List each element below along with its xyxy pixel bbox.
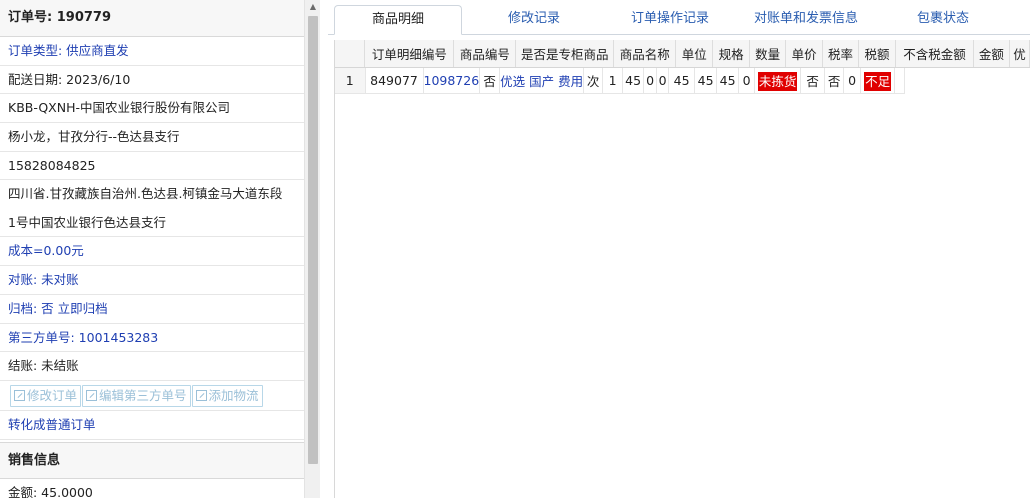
add-logistics-button[interactable]: 添加物流: [191, 384, 263, 407]
col-header-tax-amount[interactable]: 税额: [858, 40, 896, 68]
edit-third-party-label: 编辑第三方单号: [99, 387, 187, 403]
detail-panel: 商品明细 修改记录 订单操作记录 对账单和发票信息 包裹状态 订单明细编号 商品…: [328, 0, 1030, 498]
cell-product-name-link[interactable]: 优选 国产 费用: [499, 67, 585, 94]
col-header-unit[interactable]: 单位: [675, 40, 714, 68]
tab-statement-invoice[interactable]: 对账单和发票信息: [740, 5, 872, 35]
cell-value-5: 45: [668, 67, 696, 94]
customer-phone: 15828084825: [0, 152, 304, 181]
tab-order-operation-log[interactable]: 订单操作记录: [608, 5, 732, 35]
col-header-product-name[interactable]: 商品名称: [613, 40, 677, 68]
edit-icon: [14, 389, 25, 401]
edit-icon: [195, 389, 207, 401]
customer-contact: 杨小龙，甘孜分行--色达县支行: [0, 123, 304, 152]
reconcile-status: 对账: 未对账: [0, 266, 304, 295]
cell-detail-id: 849077: [365, 67, 424, 94]
col-header-pretax-amount[interactable]: 不含税金额: [895, 40, 974, 68]
tab-change-log[interactable]: 修改记录: [478, 5, 590, 35]
product-table: 订单明细编号 商品编号 是否是专柜商品 商品名称 单位 规格 数量 单价 税率 …: [335, 40, 1030, 68]
cell-value-4: 0: [656, 67, 670, 94]
cell-unit: 次: [583, 67, 604, 94]
order-info-content: 订单号: 190779 订单类型: 供应商直发 配送日期: 2023/6/10 …: [0, 0, 304, 498]
archive-label: 归档: 否: [8, 300, 58, 316]
cell-pick-status: 未拣货: [754, 67, 802, 94]
left-scrollbar[interactable]: ▲: [304, 0, 320, 498]
col-header-tax-rate[interactable]: 税率: [822, 40, 860, 68]
cell-counter-product: 否: [479, 67, 501, 94]
archive-now-link[interactable]: 立即归档: [58, 301, 108, 316]
order-type: 订单类型: 供应商直发: [0, 37, 304, 66]
col-header-counter-product[interactable]: 是否是专柜商品: [515, 40, 615, 68]
col-header-rownum: [335, 40, 366, 68]
third-party-number: 第三方单号: 1001453283: [0, 324, 304, 353]
cell-flag-1: 否: [800, 67, 826, 94]
convert-order-link[interactable]: 转化成普通订单: [0, 411, 304, 440]
sales-amount: 金额: 45.0000: [0, 479, 304, 498]
table-row[interactable]: 1 849077 1098726 否 优选 国产 费用 次 1 45 0 0 4…: [335, 67, 906, 94]
tab-package-status[interactable]: 包裹状态: [898, 5, 988, 35]
cell-value-7: 45: [716, 67, 740, 94]
edit-order-button[interactable]: 修改订单: [10, 384, 82, 407]
edit-icon: [86, 389, 98, 401]
cell-value-3: 0: [643, 67, 658, 94]
cell-empty: [894, 67, 906, 94]
edit-order-label: 修改订单: [27, 387, 78, 403]
col-header-product-id[interactable]: 商品编号: [453, 40, 517, 68]
cell-value-1: 1: [602, 67, 624, 94]
detail-tabs: 商品明细 修改记录 订单操作记录 对账单和发票信息 包裹状态: [328, 0, 1030, 35]
tab-product-details[interactable]: 商品明细: [334, 5, 462, 35]
customer-address: 四川省.甘孜藏族自治州.色达县.柯镇金马大道东段1号中国农业银行色达县支行: [0, 180, 304, 238]
cell-value-9: 0: [843, 67, 862, 94]
cell-value-8: 0: [738, 67, 756, 94]
sales-info-header: 销售信息: [0, 441, 304, 479]
cell-value-6: 45: [694, 67, 718, 94]
delivery-date: 配送日期: 2023/6/10: [0, 66, 304, 95]
product-grid: 订单明细编号 商品编号 是否是专柜商品 商品名称 单位 规格 数量 单价 税率 …: [334, 40, 1030, 498]
col-header-truncated[interactable]: 优: [1009, 40, 1030, 68]
settle-status: 结账: 未结账: [0, 352, 304, 381]
order-number-header: 订单号: 190779: [0, 0, 304, 37]
col-header-amount[interactable]: 金额: [973, 40, 1010, 68]
insufficient-badge: 不足: [864, 71, 892, 91]
archive-status: 归档: 否 立即归档: [0, 295, 304, 324]
not-picked-badge: 未拣货: [757, 71, 798, 91]
order-cost: 成本=0.00元: [0, 237, 304, 267]
customer-company: KBB-QXNH-中国农业银行股份有限公司: [0, 94, 304, 124]
col-header-detail-id[interactable]: 订单明细编号: [364, 40, 455, 68]
col-header-quantity[interactable]: 数量: [749, 40, 787, 68]
scroll-thumb[interactable]: [308, 16, 318, 464]
col-header-unit-price[interactable]: 单价: [785, 40, 824, 68]
cell-flag-2: 否: [824, 67, 845, 94]
order-info-panel: 订单号: 190779 订单类型: 供应商直发 配送日期: 2023/6/10 …: [0, 0, 320, 498]
table-header-row: 订单明细编号 商品编号 是否是专柜商品 商品名称 单位 规格 数量 单价 税率 …: [335, 40, 1030, 68]
add-logistics-label: 添加物流: [208, 387, 259, 403]
action-buttons: 修改订单 编辑第三方单号 添加物流: [0, 381, 304, 411]
col-header-spec[interactable]: 规格: [712, 40, 751, 68]
scroll-up-arrow-icon[interactable]: ▲: [305, 0, 321, 14]
cell-product-id-link[interactable]: 1098726: [423, 67, 481, 94]
product-row-table: 1 849077 1098726 否 优选 国产 费用 次 1 45 0 0 4…: [335, 67, 906, 94]
cell-stock-status: 不足: [860, 67, 896, 94]
edit-third-party-button[interactable]: 编辑第三方单号: [82, 384, 191, 407]
cell-value-2: 45: [622, 67, 645, 94]
row-number: 1: [335, 67, 366, 94]
